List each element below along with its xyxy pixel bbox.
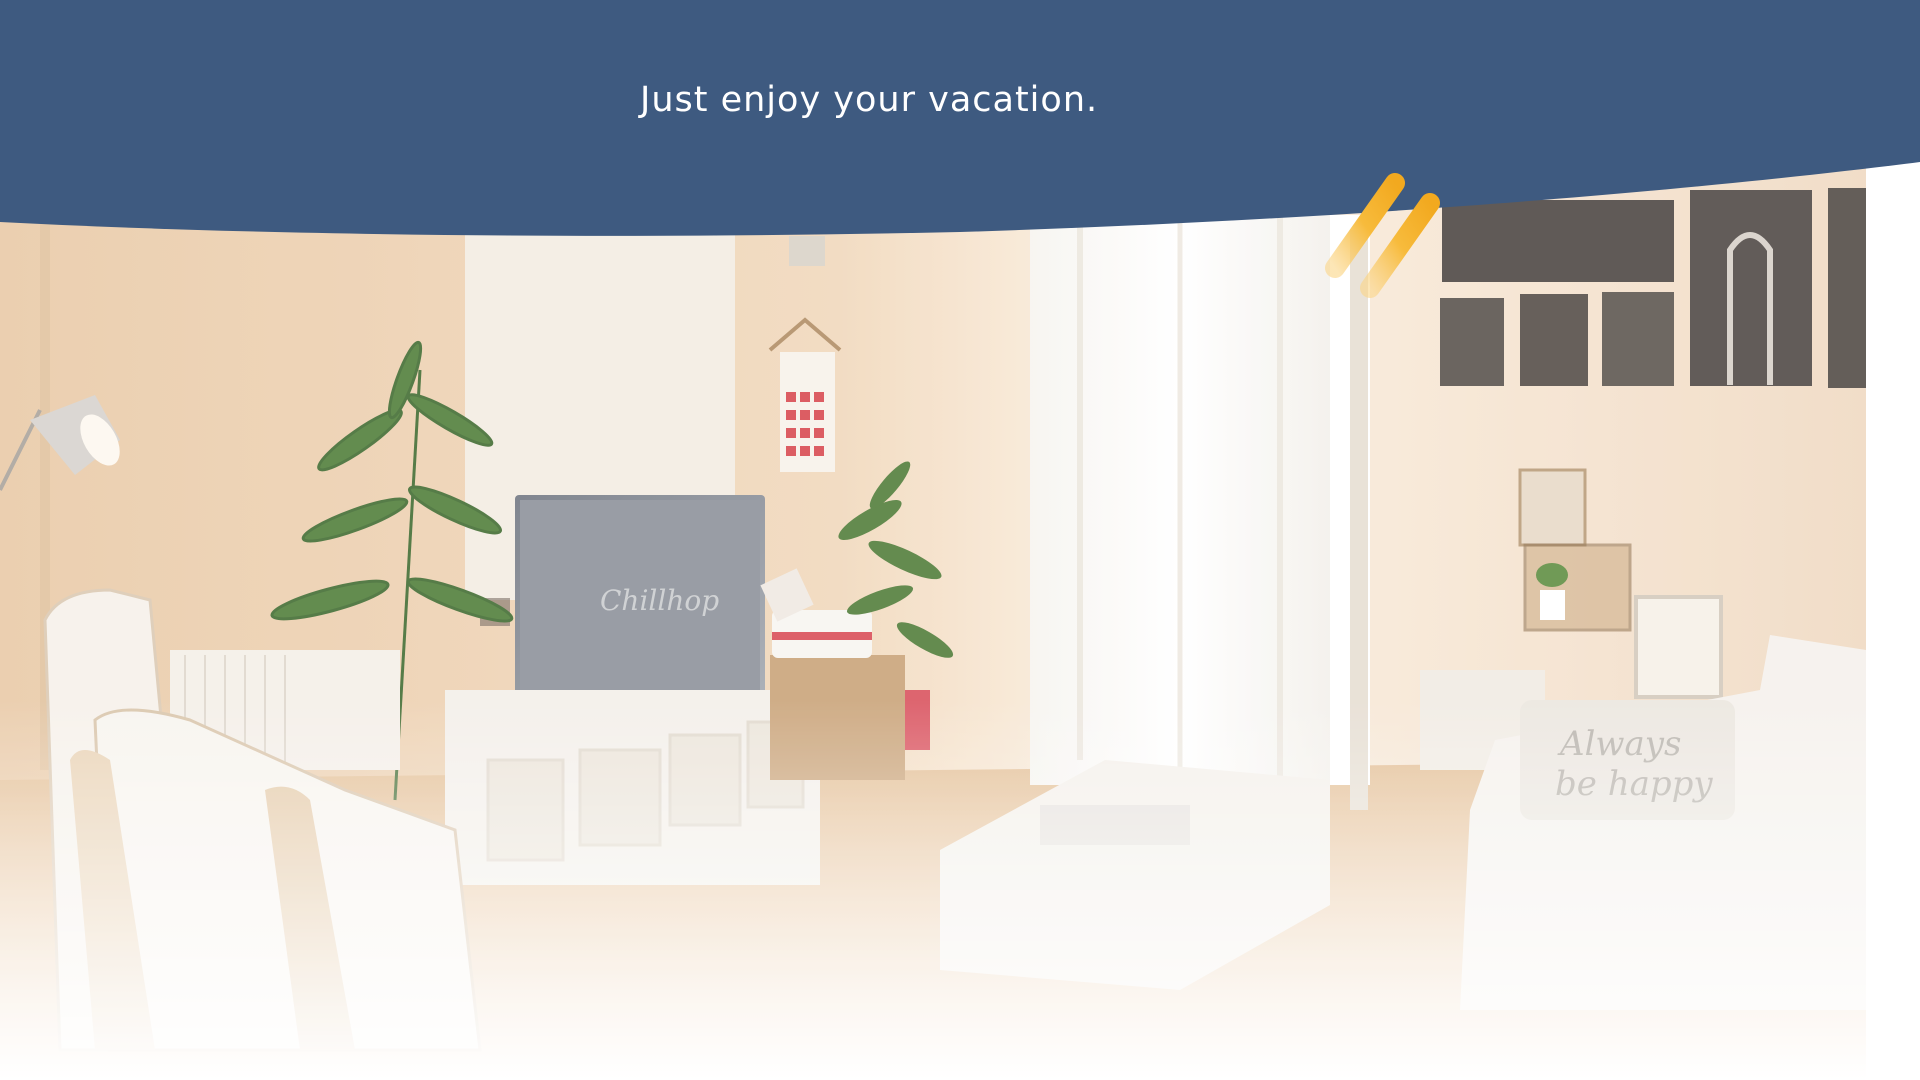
diagonal-stripes-icon [1315,168,1455,308]
tagline: Just enjoy your vacation. [640,80,1099,120]
landing-page: Chillhop Just enjoy your vacation. [0,0,1920,1080]
header-band [0,0,1920,245]
right-margin [1866,160,1920,1080]
